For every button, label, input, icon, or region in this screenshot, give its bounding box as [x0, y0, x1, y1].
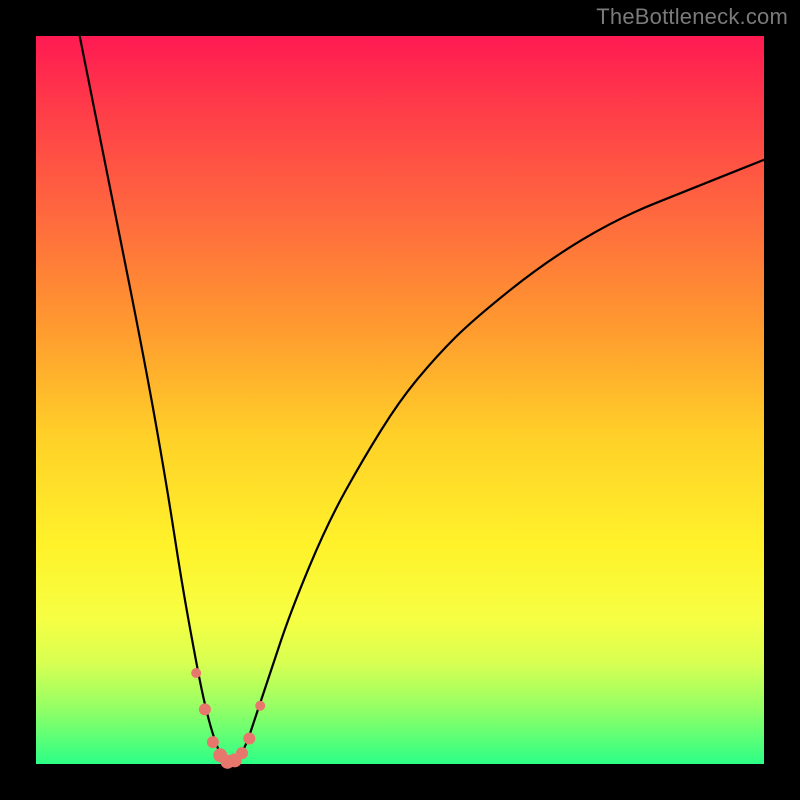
bottleneck-curve	[80, 36, 764, 764]
watermark: TheBottleneck.com	[596, 4, 788, 30]
marker-point	[191, 668, 201, 678]
marker-point	[255, 701, 265, 711]
marker-point	[236, 747, 248, 759]
plot-area	[36, 36, 764, 764]
marker-point	[243, 733, 255, 745]
marker-point	[207, 736, 219, 748]
chart-svg	[36, 36, 764, 764]
marker-point	[199, 703, 211, 715]
chart-frame: TheBottleneck.com	[0, 0, 800, 800]
